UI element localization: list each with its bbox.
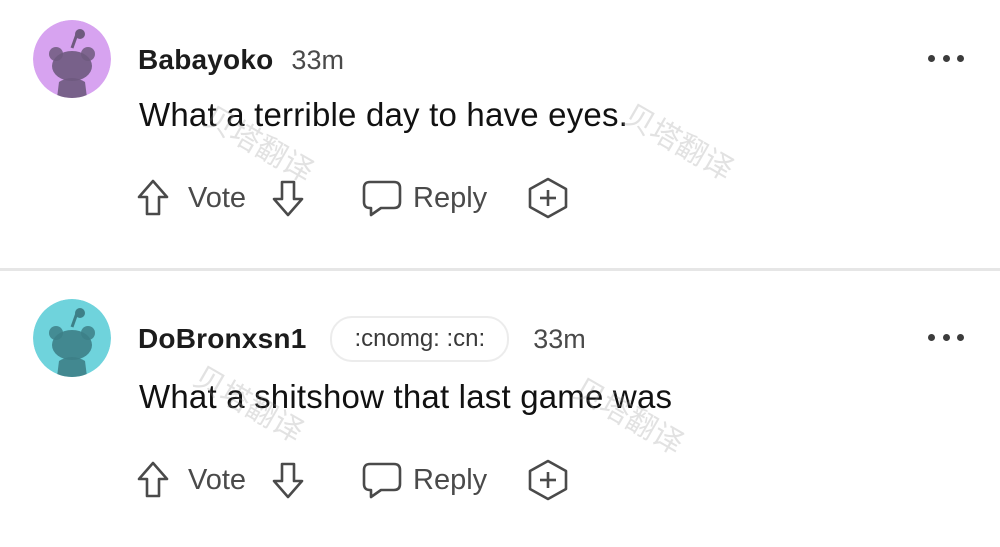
vote-label: Vote [188,181,247,214]
comment-thread: Babayoko 33m What a terrible day to have… [0,0,1000,547]
comment-actions: Vote Reply [136,176,596,220]
arrow-down-outline-icon [272,180,304,217]
reply-button[interactable]: Reply [361,176,487,220]
more-horizontal-icon [928,333,935,341]
upvote-button[interactable] [136,458,170,502]
comment-item: DoBronxsn1 :cnomg: :cn: 33m What a shits… [0,272,1000,547]
vote-label: Vote [188,463,247,496]
upvote-button[interactable] [136,176,170,220]
timestamp: 33m [533,323,586,354]
arrow-up-outline-icon [137,179,169,216]
comment-meta: Babayoko 33m [138,40,344,80]
give-award-button[interactable] [526,458,570,502]
comment-body: What a shitshow that last game was [139,378,673,415]
add-award-icon [528,177,568,219]
snoo-avatar-icon [33,20,111,98]
snoo-avatar-icon [33,299,111,377]
watermark: 贝塔翻译 [617,97,739,189]
reply-button[interactable]: Reply [361,458,487,502]
comment-actions: Vote Reply [136,458,596,502]
comment-item: Babayoko 33m What a terrible day to have… [0,0,1000,268]
arrow-down-outline-icon [272,462,304,499]
user-avatar[interactable] [33,299,111,377]
downvote-button[interactable] [271,458,305,502]
timestamp: 33m [291,44,344,75]
username[interactable]: Babayoko [138,44,273,76]
reply-label: Reply [413,463,488,496]
comment-meta: DoBronxsn1 :cnomg: :cn: 33m [138,316,586,362]
user-flair: :cnomg: :cn: [330,316,510,362]
user-avatar[interactable] [33,20,111,98]
add-award-icon [528,459,568,501]
username[interactable]: DoBronxsn1 [138,323,306,355]
downvote-button[interactable] [271,176,305,220]
arrow-up-outline-icon [137,461,169,498]
give-award-button[interactable] [526,176,570,220]
more-options-button[interactable] [928,48,964,68]
comment-divider [0,268,1000,271]
comment-body: What a terrible day to have eyes. [139,96,629,133]
speech-bubble-icon [362,180,402,217]
speech-bubble-icon [362,462,402,499]
reply-label: Reply [413,181,488,214]
more-options-button[interactable] [928,327,964,347]
more-horizontal-icon [928,54,935,62]
